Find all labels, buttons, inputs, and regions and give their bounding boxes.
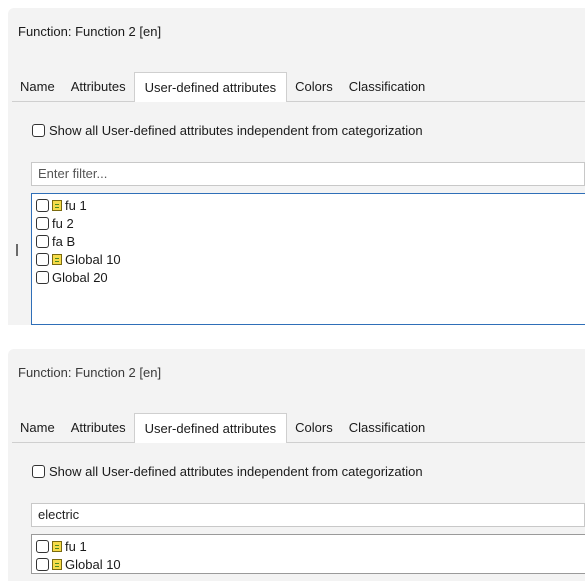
tab-user-defined-attributes[interactable]: User-defined attributes (133, 413, 288, 443)
item-label: fu 1 (65, 198, 87, 213)
show-all-checkbox[interactable] (32, 465, 45, 478)
filter-input[interactable]: electric (31, 503, 585, 527)
dialog-title: Function: Function 2 [en] (18, 365, 162, 380)
list-item[interactable]: Global 10 (32, 251, 585, 269)
list-item[interactable]: fa B (32, 233, 585, 251)
attribute-list: fu 1 Global 10 (31, 534, 585, 574)
tab-attributes[interactable]: Attributes (63, 73, 134, 101)
item-label: Global 10 (65, 557, 121, 572)
tab-name[interactable]: Name (12, 414, 63, 442)
attribute-icon (52, 200, 62, 211)
filter-input[interactable]: Enter filter... (31, 162, 585, 186)
item-label: Global 10 (65, 252, 121, 267)
text-cursor-icon (16, 244, 18, 256)
item-checkbox[interactable] (36, 253, 49, 266)
attribute-icon (52, 254, 62, 265)
item-label: Global 20 (52, 270, 108, 285)
item-checkbox[interactable] (36, 199, 49, 212)
show-all-label: Show all User-defined attributes indepen… (49, 123, 423, 138)
tab-bar: Name Attributes User-defined attributes … (12, 72, 585, 102)
attribute-list: fu 1 fu 2 fa B Global 10 Global 20 (31, 193, 585, 325)
show-all-option[interactable]: Show all User-defined attributes indepen… (32, 462, 423, 482)
show-all-label: Show all User-defined attributes indepen… (49, 464, 423, 479)
list-item[interactable]: fu 1 (32, 538, 585, 556)
attributes-dialog-filtered: Function: Function 2 [en] Name Attribute… (8, 349, 585, 581)
list-item[interactable]: fu 1 (32, 197, 585, 215)
item-checkbox[interactable] (36, 217, 49, 230)
item-checkbox[interactable] (36, 271, 49, 284)
list-item[interactable]: fu 2 (32, 215, 585, 233)
item-checkbox[interactable] (36, 540, 49, 553)
item-label: fu 1 (65, 539, 87, 554)
item-label: fa B (52, 234, 76, 249)
dialog-title: Function: Function 2 [en] (18, 24, 162, 39)
tab-classification[interactable]: Classification (341, 414, 434, 442)
tab-user-defined-attributes[interactable]: User-defined attributes (133, 72, 288, 102)
show-all-option[interactable]: Show all User-defined attributes indepen… (32, 121, 423, 141)
attribute-icon (52, 559, 62, 570)
list-item[interactable]: Global 20 (32, 269, 585, 287)
item-checkbox[interactable] (36, 558, 49, 571)
tab-colors[interactable]: Colors (287, 414, 341, 442)
tab-colors[interactable]: Colors (287, 73, 341, 101)
item-label: fu 2 (52, 216, 74, 231)
tab-attributes[interactable]: Attributes (63, 414, 134, 442)
tab-bar: Name Attributes User-defined attributes … (12, 413, 585, 443)
item-checkbox[interactable] (36, 235, 49, 248)
list-item[interactable]: Global 10 (32, 556, 585, 574)
attribute-icon (52, 541, 62, 552)
show-all-checkbox[interactable] (32, 124, 45, 137)
tab-name[interactable]: Name (12, 73, 63, 101)
tab-classification[interactable]: Classification (341, 73, 434, 101)
attributes-dialog-unfiltered: Function: Function 2 [en] Name Attribute… (8, 8, 585, 325)
